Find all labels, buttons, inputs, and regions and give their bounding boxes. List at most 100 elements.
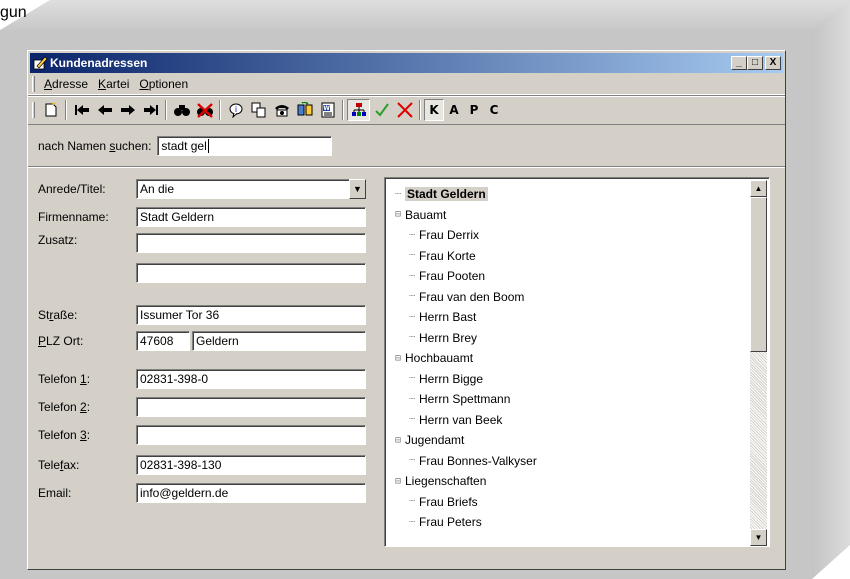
telefon3-field[interactable] [136, 425, 366, 445]
toolbar-separator [165, 100, 167, 120]
strasse-field[interactable]: Issumer Tor 36 [136, 305, 366, 325]
last-record-icon[interactable] [139, 99, 162, 121]
telefax-field[interactable]: 02831-398-130 [136, 455, 366, 475]
menu-optionen[interactable]: Optionen [134, 75, 193, 93]
menu-adresse[interactable]: Adresse [39, 75, 93, 93]
svg-text:i: i [234, 105, 236, 114]
menu-bar: Adresse Kartei Optionen [28, 73, 785, 95]
tree-person-item[interactable]: ┈ Frau Briefs [391, 492, 537, 513]
phone-icon[interactable] [270, 99, 293, 121]
tree-view-icon[interactable] [347, 99, 370, 121]
tree-person-item[interactable]: ┈ Herrn Bigge [391, 369, 537, 390]
telefon1-field[interactable]: 02831-398-0 [136, 369, 366, 389]
copy-icon[interactable] [247, 99, 270, 121]
frame-top [0, 0, 850, 30]
filter-k-button[interactable]: K [424, 99, 444, 121]
tree-person-item[interactable]: ┈ Frau Peters [391, 512, 537, 533]
tree-connector: ⊟ [394, 475, 402, 487]
zusatz2-field[interactable] [136, 263, 366, 283]
tree-person-label: Herrn Bast [419, 310, 477, 325]
tree-root-label: Stadt Geldern [405, 187, 488, 202]
sync-icon[interactable] [293, 99, 316, 121]
toolbar-grip[interactable] [32, 102, 35, 118]
find-icon[interactable] [170, 99, 193, 121]
scroll-thumb[interactable] [750, 197, 767, 352]
zusatz-field[interactable] [136, 233, 366, 253]
tree-department-item[interactable]: ⊟ Hochbauamt [391, 348, 537, 369]
find-clear-icon[interactable] [193, 99, 216, 121]
scroll-down-icon[interactable]: ▼ [750, 529, 767, 546]
tree-person-item[interactable]: ┈ Herrn Spettmann [391, 389, 537, 410]
filter-p-button[interactable]: P [464, 99, 484, 121]
info-icon[interactable]: i [224, 99, 247, 121]
maximize-button[interactable]: □ [747, 56, 763, 70]
tree-connector: ┈ [408, 229, 416, 241]
menu-grip[interactable] [32, 75, 35, 92]
title-bar[interactable]: Kundenadressen _ □ X [30, 53, 783, 73]
tree-person-label: Frau van den Boom [419, 289, 525, 304]
menu-kartei[interactable]: Kartei [93, 75, 134, 93]
tree-person-label: Frau Bonnes-Valkyser [419, 453, 537, 468]
confirm-icon[interactable] [370, 99, 393, 121]
tree-connector: ┈ [408, 270, 416, 282]
tree-person-item[interactable]: ┈ Herrn van Beek [391, 410, 537, 431]
cancel-icon[interactable] [393, 99, 416, 121]
plz-label-accel: P [38, 334, 47, 348]
search-row: nach Namen suchen: stadt gel [28, 125, 785, 167]
telefon2-field[interactable] [136, 397, 366, 417]
tree-connector: ┈ [408, 250, 416, 262]
toolbar-separator [219, 100, 221, 120]
tree-department-label: Hochbauamt [405, 351, 474, 366]
tree-person-label: Frau Derrix [419, 228, 480, 243]
tree-department-label: Jugendamt [405, 433, 465, 448]
tree-department-item[interactable]: ⊟ Liegenschaften [391, 471, 537, 492]
row-telefon2: Telefon 2: [38, 397, 366, 417]
tree-person-item[interactable]: ┈ Frau Pooten [391, 266, 537, 287]
tree-department-item[interactable]: ⊟ Bauamt [391, 205, 537, 226]
tree-person-item[interactable]: ┈ Frau Korte [391, 246, 537, 267]
tree-person-item[interactable]: ┈ Herrn Brey [391, 328, 537, 349]
tree-person-item[interactable]: ┈ Frau Bonnes-Valkyser [391, 451, 537, 472]
contact-tree[interactable]: ┈ Stadt Geldern ⊟ Bauamt ┈ Frau Derrix ┈ Frau K… [384, 177, 770, 547]
telefon2-label-post: : [86, 400, 91, 414]
tree-connector: ⊟ [394, 352, 402, 364]
anrede-value[interactable]: An die [136, 179, 349, 199]
tree-scrollbar[interactable]: ▲ ▼ [750, 180, 767, 546]
filter-c-button[interactable]: C [484, 99, 504, 121]
tree-person-item[interactable]: ┈ Herrn Bast [391, 307, 537, 328]
zusatz-label: Zusatz: [38, 233, 78, 247]
next-record-icon[interactable] [116, 99, 139, 121]
filter-a-button[interactable]: A [444, 99, 464, 121]
ort-field[interactable]: Geldern [192, 331, 366, 351]
minimize-button[interactable]: _ [731, 56, 747, 70]
tree-connector: ⊟ [394, 434, 402, 446]
tree-department-item[interactable]: ⊟ Jugendamt [391, 430, 537, 451]
tree-person-item[interactable]: ┈ Frau van den Boom [391, 287, 537, 308]
toolbar-separator [419, 100, 421, 120]
word-icon[interactable]: W [316, 99, 339, 121]
tree-person-item[interactable]: ┈ Frau Derrix [391, 225, 537, 246]
tree-department-label: Liegenschaften [405, 474, 487, 489]
close-button[interactable]: X [765, 56, 781, 70]
svg-text:W: W [323, 105, 330, 112]
first-record-icon[interactable] [70, 99, 93, 121]
firmenname-label: Firmenname: [38, 210, 109, 224]
plz-field[interactable]: 47608 [136, 331, 190, 351]
search-input[interactable]: stadt gel [157, 135, 333, 156]
corner-text: gun [0, 4, 27, 21]
email-field[interactable]: info@geldern.de [136, 483, 366, 503]
firmenname-field[interactable]: Stadt Geldern [136, 207, 366, 227]
tree-connector: ┈ [408, 311, 416, 323]
scroll-up-icon[interactable]: ▲ [750, 180, 767, 197]
telefax-label-pre: Tele [38, 458, 61, 472]
tree-root-item[interactable]: ┈ Stadt Geldern [391, 184, 537, 205]
new-record-icon[interactable] [39, 99, 62, 121]
anrede-select[interactable]: An die ▼ [136, 179, 366, 199]
search-label-post: uchen: [115, 138, 152, 153]
telefon3-label-post: : [86, 428, 91, 442]
menu-kartei-label: artei [106, 76, 130, 91]
prev-record-icon[interactable] [93, 99, 116, 121]
menu-kartei-accel: K [98, 76, 107, 91]
search-label-pre: nach Namen [38, 138, 110, 153]
chevron-down-icon[interactable]: ▼ [349, 179, 366, 199]
